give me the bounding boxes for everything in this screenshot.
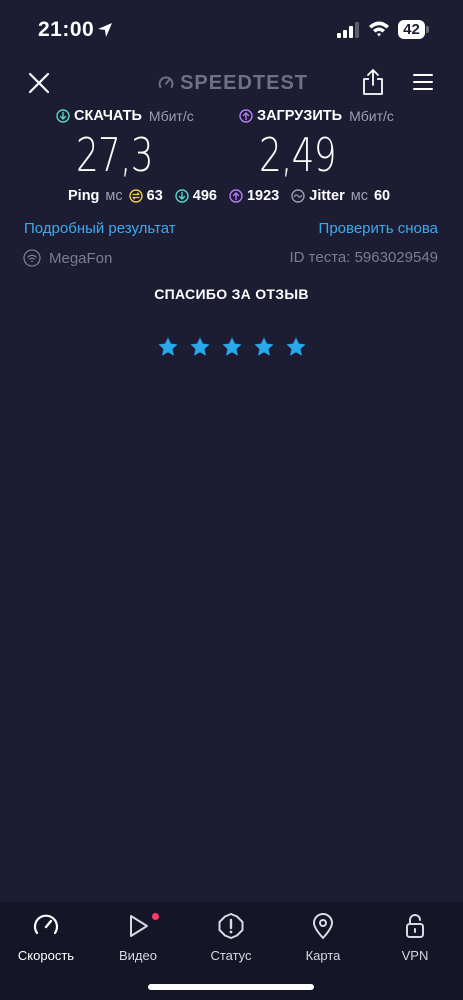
lock-icon [406,914,424,938]
upload-title: ЗАГРУЗИТЬ [257,108,343,124]
tab-video[interactable]: Видео [92,912,184,968]
download-title: СКАЧАТЬ [74,108,142,124]
battery-tip [426,26,429,33]
battery-level: 42 [398,20,425,39]
speedometer-icon [33,914,59,935]
upload-heading: ЗАГРУЗИТЬ Мбит/с [239,105,394,127]
ping-row: Ping мс 63 496 1923 Jitter мс 60 [68,185,390,207]
provider-info: MegaFon [23,248,112,268]
test-again-link[interactable]: Проверить снова [319,220,438,237]
detailed-result-link[interactable]: Подробный результат [24,220,176,237]
star-icon[interactable] [157,336,179,358]
jitter-value: 60 [373,188,391,204]
jitter-unit: мс [350,188,368,204]
test-id: ID теста: 5963029549 [289,249,438,266]
close-icon[interactable] [26,70,52,96]
jitter-label: Jitter [309,188,345,204]
provider-name: MegaFon [49,249,113,267]
speedometer-logo-icon [158,76,174,88]
ping-upload-value: 1923 [246,188,280,204]
map-pin-icon [313,913,333,939]
wifi-circle-icon [23,249,41,267]
upload-latency-icon [229,189,243,203]
battery-indicator: 42 [398,20,430,40]
download-unit: Мбит/с [148,108,194,124]
cellular-signal-icon [337,22,359,38]
upload-unit: Мбит/с [349,108,394,124]
speedtest-result-screen: 21:00 42 SPEEDTEST СКАЧАТЬ Мбит/с ЗАГРУЗ… [0,0,463,1000]
tab-speed[interactable]: Скорость [0,912,92,968]
play-icon [130,915,148,937]
tab-label: Видео [119,948,157,963]
ping-download-value: 496 [192,188,217,204]
wifi-icon [369,21,389,37]
tab-map[interactable]: Карта [277,912,369,968]
video-badge-dot [152,913,159,920]
rating-stars[interactable] [157,336,307,362]
upload-speed-value: 2,49 [259,128,337,182]
feedback-thanks: СПАСИБО ЗА ОТЗЫВ [154,286,309,302]
star-icon[interactable] [253,336,275,358]
share-icon[interactable] [361,68,385,96]
jitter-icon [291,189,305,203]
tab-vpn[interactable]: VPN [369,912,461,968]
star-icon[interactable] [189,336,211,358]
logo-text: SPEEDTEST [180,71,308,94]
upload-arrow-icon [239,109,253,123]
download-latency-icon [175,189,189,203]
menu-icon[interactable] [412,72,434,92]
status-bar: 21:00 42 [0,0,463,60]
tab-label: Карта [305,948,341,963]
tab-status[interactable]: Статус [185,912,277,968]
ping-idle-value: 63 [146,188,163,204]
download-arrow-icon [56,109,70,123]
ping-label: Ping [68,188,100,204]
tab-label: Скорость [17,948,75,963]
download-heading: СКАЧАТЬ Мбит/с [56,105,194,127]
download-speed-value: 27,3 [76,128,154,182]
tab-label: VPN [401,948,429,963]
location-arrow-icon [98,23,112,37]
star-icon[interactable] [221,336,243,358]
alert-icon [218,913,244,939]
status-time: 21:00 [38,18,95,41]
idle-latency-icon [128,189,143,203]
star-icon[interactable] [285,336,307,358]
speedtest-logo: SPEEDTEST [158,70,308,96]
ping-unit: мс [105,188,123,204]
tab-label: Статус [210,948,252,963]
home-indicator[interactable] [148,984,314,990]
